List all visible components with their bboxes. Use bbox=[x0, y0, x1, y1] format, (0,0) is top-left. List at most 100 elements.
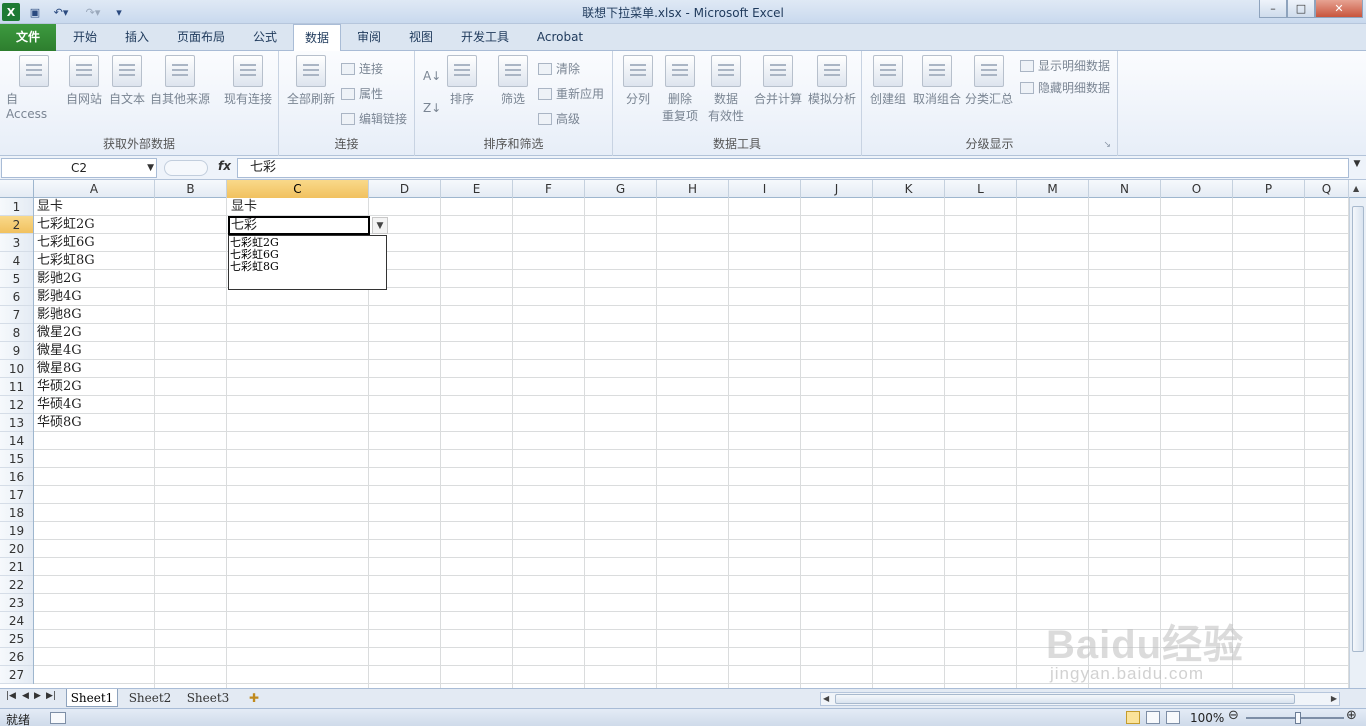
sheet-tab-sheet1[interactable]: Sheet1 bbox=[66, 689, 118, 707]
cell-a1[interactable]: 显卡 bbox=[34, 198, 154, 216]
insert-sheet-icon[interactable]: ✚ bbox=[242, 689, 266, 707]
tab-home[interactable]: 开始 bbox=[62, 24, 108, 51]
scroll-left-icon[interactable]: ◀ bbox=[823, 693, 829, 705]
cell-a13[interactable]: 华硕8G bbox=[34, 414, 154, 432]
row-header-11[interactable]: 11 bbox=[0, 378, 33, 396]
subtotal-button[interactable]: 分类汇总 bbox=[962, 55, 1016, 107]
normal-view-icon[interactable] bbox=[1126, 711, 1140, 724]
scroll-up-icon[interactable]: ▲ bbox=[1353, 184, 1359, 193]
vertical-scroll-thumb[interactable] bbox=[1352, 206, 1364, 652]
row-header-16[interactable]: 16 bbox=[0, 468, 33, 486]
existing-connections-button[interactable]: 现有连接 bbox=[220, 55, 276, 107]
properties-button[interactable]: 属性 bbox=[341, 85, 383, 102]
column-header-e[interactable]: E bbox=[441, 180, 513, 198]
clear-button[interactable]: 清除 bbox=[538, 60, 580, 77]
column-header-a[interactable]: A bbox=[34, 180, 155, 198]
column-header-j[interactable]: J bbox=[801, 180, 873, 198]
from-text-button[interactable]: 自文本 bbox=[106, 55, 148, 107]
formula-bar-splitter[interactable] bbox=[164, 160, 208, 176]
column-header-l[interactable]: L bbox=[945, 180, 1017, 198]
zoom-out-icon[interactable]: ⊖ bbox=[1228, 708, 1239, 723]
row-header-21[interactable]: 21 bbox=[0, 558, 33, 576]
column-header-f[interactable]: F bbox=[513, 180, 585, 198]
active-cell-c2[interactable]: 七彩 bbox=[228, 216, 370, 235]
filter-button[interactable]: 筛选 bbox=[495, 55, 531, 107]
row-header-27[interactable]: 27 bbox=[0, 666, 33, 684]
what-if-analysis-button[interactable]: 模拟分析 bbox=[805, 55, 859, 107]
row-header-23[interactable]: 23 bbox=[0, 594, 33, 612]
cell-a5[interactable]: 影驰2G bbox=[34, 270, 154, 288]
tab-acrobat[interactable]: Acrobat bbox=[528, 24, 592, 51]
chevron-down-icon[interactable]: ▼ bbox=[147, 159, 154, 177]
minimize-button[interactable]: – bbox=[1259, 0, 1287, 18]
page-break-view-icon[interactable] bbox=[1166, 711, 1180, 724]
expand-formula-bar-icon[interactable]: ▼ bbox=[1350, 159, 1364, 177]
row-header-24[interactable]: 24 bbox=[0, 612, 33, 630]
horizontal-scroll-thumb[interactable] bbox=[835, 694, 1295, 704]
cell-a12[interactable]: 华硕4G bbox=[34, 396, 154, 414]
row-header-20[interactable]: 20 bbox=[0, 540, 33, 558]
consolidate-button[interactable]: 合并计算 bbox=[751, 55, 805, 107]
row-header-12[interactable]: 12 bbox=[0, 396, 33, 414]
row-header-4[interactable]: 4 bbox=[0, 252, 33, 270]
tab-insert[interactable]: 插入 bbox=[114, 24, 160, 51]
last-sheet-icon[interactable]: ▶| bbox=[46, 691, 56, 701]
group-button[interactable]: 创建组 bbox=[866, 55, 910, 107]
cell-a8[interactable]: 微星2G bbox=[34, 324, 154, 342]
column-header-k[interactable]: K bbox=[873, 180, 945, 198]
cell-a3[interactable]: 七彩虹6G bbox=[34, 234, 154, 252]
tab-formulas[interactable]: 公式 bbox=[242, 24, 288, 51]
tab-review[interactable]: 审阅 bbox=[346, 24, 392, 51]
row-header-22[interactable]: 22 bbox=[0, 576, 33, 594]
from-other-sources-button[interactable]: 自其他来源 bbox=[148, 55, 212, 107]
column-header-m[interactable]: M bbox=[1017, 180, 1089, 198]
edit-links-button[interactable]: 编辑链接 bbox=[341, 110, 407, 127]
cell-a7[interactable]: 影驰8G bbox=[34, 306, 154, 324]
cell-a11[interactable]: 华硕2G bbox=[34, 378, 154, 396]
next-sheet-icon[interactable]: ▶ bbox=[34, 691, 41, 701]
sort-descending-button[interactable]: Z↓ bbox=[423, 101, 441, 115]
cell-a6[interactable]: 影驰4G bbox=[34, 288, 154, 306]
data-validation-button[interactable]: 数据 有效性 bbox=[703, 55, 749, 124]
row-header-2[interactable]: 2 bbox=[0, 216, 33, 234]
show-detail-button[interactable]: 显示明细数据 bbox=[1020, 57, 1110, 74]
name-box[interactable]: C2 ▼ bbox=[1, 158, 157, 178]
connections-button[interactable]: 连接 bbox=[341, 60, 383, 77]
column-header-b[interactable]: B bbox=[155, 180, 227, 198]
hide-detail-button[interactable]: 隐藏明细数据 bbox=[1020, 79, 1110, 96]
tab-view[interactable]: 视图 bbox=[398, 24, 444, 51]
column-header-i[interactable]: I bbox=[729, 180, 801, 198]
tab-page-layout[interactable]: 页面布局 bbox=[166, 24, 236, 51]
cell-c1[interactable]: 显卡 bbox=[228, 198, 257, 216]
column-header-d[interactable]: D bbox=[369, 180, 441, 198]
sheet-tab-sheet3[interactable]: Sheet3 bbox=[182, 689, 234, 707]
from-web-button[interactable]: 自网站 bbox=[62, 55, 106, 107]
from-access-button[interactable]: 自 Access bbox=[6, 55, 62, 121]
reapply-button[interactable]: 重新应用 bbox=[538, 85, 604, 102]
column-header-h[interactable]: H bbox=[657, 180, 729, 198]
cell-a2[interactable]: 七彩虹2G bbox=[34, 216, 154, 234]
cell-a9[interactable]: 微星4G bbox=[34, 342, 154, 360]
text-to-columns-button[interactable]: 分列 bbox=[621, 55, 655, 107]
dropdown-arrow-icon[interactable]: ▼ bbox=[372, 217, 388, 234]
dropdown-option[interactable]: 七彩虹8G bbox=[229, 261, 386, 273]
row-header-17[interactable]: 17 bbox=[0, 486, 33, 504]
zoom-level[interactable]: 100% bbox=[1190, 711, 1224, 725]
zoom-slider-thumb[interactable] bbox=[1295, 712, 1301, 724]
close-button[interactable]: ✕ bbox=[1315, 0, 1363, 18]
row-header-19[interactable]: 19 bbox=[0, 522, 33, 540]
zoom-in-icon[interactable]: ⊕ bbox=[1346, 708, 1357, 723]
prev-sheet-icon[interactable]: ◀ bbox=[22, 691, 29, 701]
tab-data[interactable]: 数据 bbox=[293, 24, 341, 52]
column-header-o[interactable]: O bbox=[1161, 180, 1233, 198]
column-header-g[interactable]: G bbox=[585, 180, 657, 198]
row-header-15[interactable]: 15 bbox=[0, 450, 33, 468]
row-header-26[interactable]: 26 bbox=[0, 648, 33, 666]
column-header-q[interactable]: Q bbox=[1305, 180, 1349, 198]
first-sheet-icon[interactable]: |◀ bbox=[6, 691, 16, 701]
select-all-button[interactable] bbox=[0, 180, 34, 198]
tab-developer[interactable]: 开发工具 bbox=[450, 24, 520, 51]
refresh-all-button[interactable]: 全部刷新 bbox=[283, 55, 339, 107]
sheet-tab-sheet2[interactable]: Sheet2 bbox=[124, 689, 176, 707]
tab-file[interactable]: 文件 bbox=[0, 24, 56, 51]
